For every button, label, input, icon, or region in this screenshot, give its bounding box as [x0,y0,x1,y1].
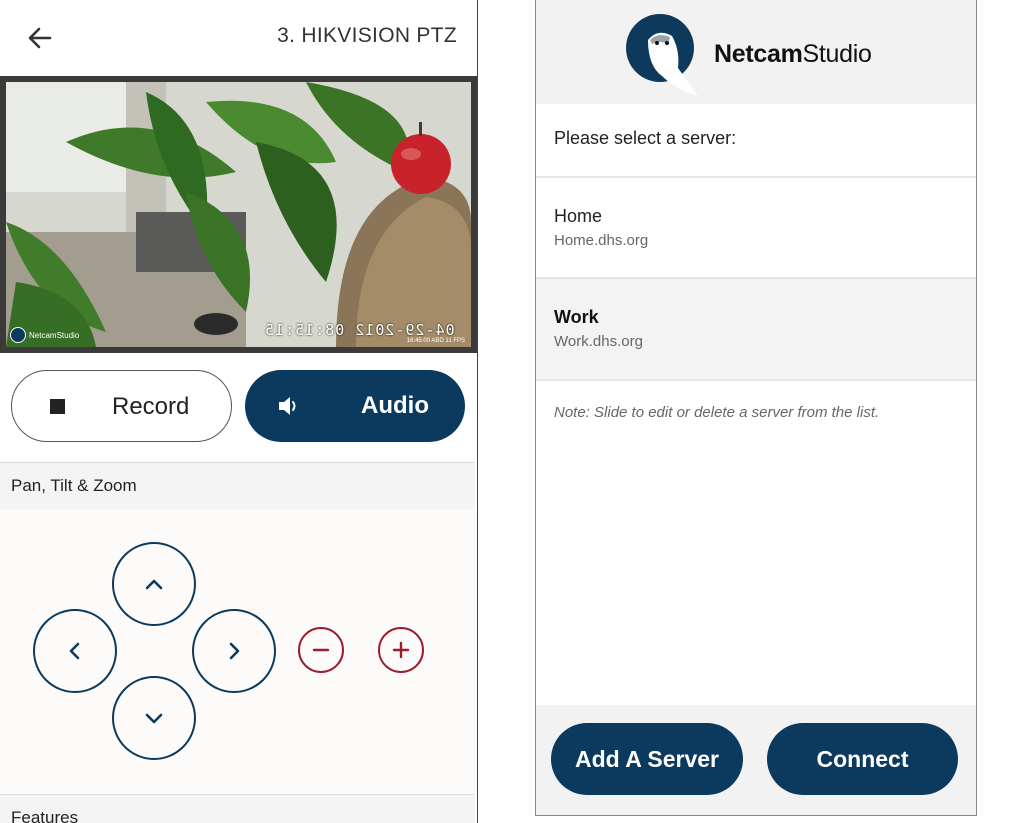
server-host: Home.dhs.org [554,232,649,249]
server-select-screen: NetcamStudio Please select a server: Hom… [535,0,977,816]
app-header: NetcamStudio [536,0,976,104]
audio-label: Audio [361,392,429,419]
select-server-prompt: Please select a server: [554,128,737,148]
plus-circle-icon [392,641,410,659]
footer-bar: Add A Server Connect [536,705,976,815]
zoom-in-button[interactable] [378,627,424,673]
record-button[interactable]: Record [11,370,232,442]
chevron-left-icon [69,642,80,660]
video-info-text: 16:45:00 ABD 11 FPS [406,338,465,344]
scene-image [6,82,471,347]
netcam-logo-icon [10,327,26,343]
video-frame: 04-29-2012 08:15:15 NetcamStudio 16:45:0… [6,82,471,347]
pan-left-button[interactable] [33,609,117,693]
chevron-down-icon [145,713,163,724]
pan-down-button[interactable] [112,676,196,760]
ptz-section-header: Pan, Tilt & Zoom [0,462,475,510]
server-name: Work [554,307,599,327]
server-item-home[interactable]: Home Home.dhs.org [536,176,976,278]
back-arrow-icon[interactable] [22,20,58,56]
chevron-up-icon [145,579,163,590]
pan-up-button[interactable] [112,542,196,626]
brand-name: NetcamStudio [714,40,872,69]
record-label: Record [112,393,190,420]
server-host: Work.dhs.org [554,333,643,350]
owl-logo-icon [626,14,698,96]
top-app-bar: 3. HIKVISION PTZ [0,0,477,76]
features-section-header: Features [0,794,475,823]
audio-button[interactable]: Audio [245,370,465,442]
ptz-header-label: Pan, Tilt & Zoom [11,476,137,495]
stop-square-icon [50,399,65,414]
ptz-controls [0,509,475,794]
video-brand-text: NetcamStudio [29,330,80,340]
connect-button[interactable]: Connect [767,723,958,795]
slide-note: Note: Slide to edit or delete a server f… [554,404,880,421]
chevron-right-icon [229,642,240,660]
features-header-label: Features [11,808,79,823]
camera-view-screen: 3. HIKVISION PTZ 04-29-2012 08:15:15 Net… [0,0,478,823]
brand-bold-text: Netcam [714,40,803,68]
speaker-icon [275,392,303,420]
brand-light-text: Studio [802,40,872,68]
add-server-button[interactable]: Add A Server [551,723,743,795]
minus-circle-icon [312,648,330,652]
camera-video-feed[interactable]: 04-29-2012 08:15:15 NetcamStudio 16:45:0… [0,76,477,353]
camera-title: 3. HIKVISION PTZ [277,24,457,47]
zoom-out-button[interactable] [298,627,344,673]
server-item-work[interactable]: Work Work.dhs.org [536,277,976,381]
video-watermark: NetcamStudio [10,327,79,343]
server-name: Home [554,206,603,226]
video-timestamp: 04-29-2012 08:15:15 [264,321,455,339]
pan-right-button[interactable] [192,609,276,693]
